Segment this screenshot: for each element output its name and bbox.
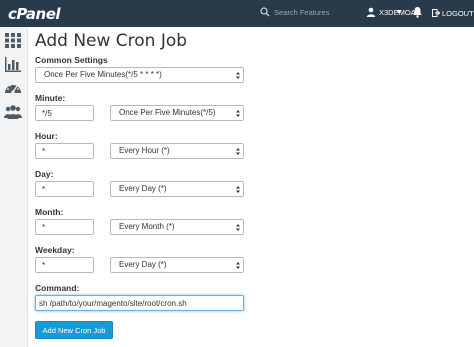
search-icon — [260, 7, 270, 17]
grid-icon[interactable] — [3, 30, 23, 50]
hour-input[interactable] — [35, 143, 94, 159]
add-new-cron-job-button[interactable]: Add New Cron Job — [35, 321, 113, 339]
hour-label: Hour: — [35, 131, 58, 141]
minute-input[interactable] — [35, 105, 94, 121]
logout-button[interactable]: LOGOUT — [432, 6, 474, 20]
month-label: Month: — [35, 207, 64, 217]
weekday-select-value: Every Day (*) — [119, 260, 167, 269]
day-select-value: Every Day (*) — [119, 184, 167, 193]
common-settings-value: Once Per Five Minutes(*/5 * * * *) — [44, 70, 162, 79]
select-arrows-icon — [236, 224, 240, 231]
user-icon — [366, 7, 376, 17]
day-select[interactable]: Every Day (*) — [110, 181, 244, 197]
logout-label: LOGOUT — [442, 8, 474, 18]
minute-select-value: Once Per Five Minutes(*/5) — [119, 108, 216, 117]
weekday-input[interactable] — [35, 257, 94, 273]
day-label: Day: — [35, 169, 54, 179]
select-arrows-icon — [236, 186, 240, 193]
common-settings-label: Common Settings — [35, 55, 108, 65]
select-arrows-icon — [236, 72, 240, 79]
minute-label: Minute: — [35, 93, 66, 103]
select-arrows-icon — [236, 262, 240, 269]
month-select-value: Every Month (*) — [119, 222, 175, 231]
logout-icon — [432, 9, 440, 17]
day-input[interactable] — [35, 181, 94, 197]
weekday-label: Weekday: — [35, 245, 75, 255]
select-arrows-icon — [236, 110, 240, 117]
users-icon[interactable] — [3, 102, 23, 122]
top-bar: cPanel X3DEMOA LOGOUT — [0, 0, 474, 27]
command-label: Command: — [35, 283, 80, 293]
weekday-select[interactable]: Every Day (*) — [110, 257, 244, 273]
minute-select[interactable]: Once Per Five Minutes(*/5) — [110, 105, 244, 121]
cpanel-logo[interactable]: cPanel — [8, 5, 61, 23]
dashboard-icon[interactable] — [3, 78, 23, 98]
chevron-down-icon[interactable] — [395, 9, 403, 15]
hour-select[interactable]: Every Hour (*) — [110, 143, 244, 159]
bar-chart-icon[interactable] — [3, 54, 23, 74]
page-title: Add New Cron Job — [35, 31, 188, 51]
sidebar — [0, 27, 28, 347]
bell-icon[interactable] — [412, 6, 423, 18]
select-arrows-icon — [236, 148, 240, 155]
common-settings-select[interactable]: Once Per Five Minutes(*/5 * * * *) — [35, 67, 244, 83]
search-features-input[interactable] — [272, 4, 356, 20]
command-input[interactable] — [35, 295, 244, 311]
month-input[interactable] — [35, 219, 94, 235]
hour-select-value: Every Hour (*) — [119, 146, 170, 155]
month-select[interactable]: Every Month (*) — [110, 219, 244, 235]
